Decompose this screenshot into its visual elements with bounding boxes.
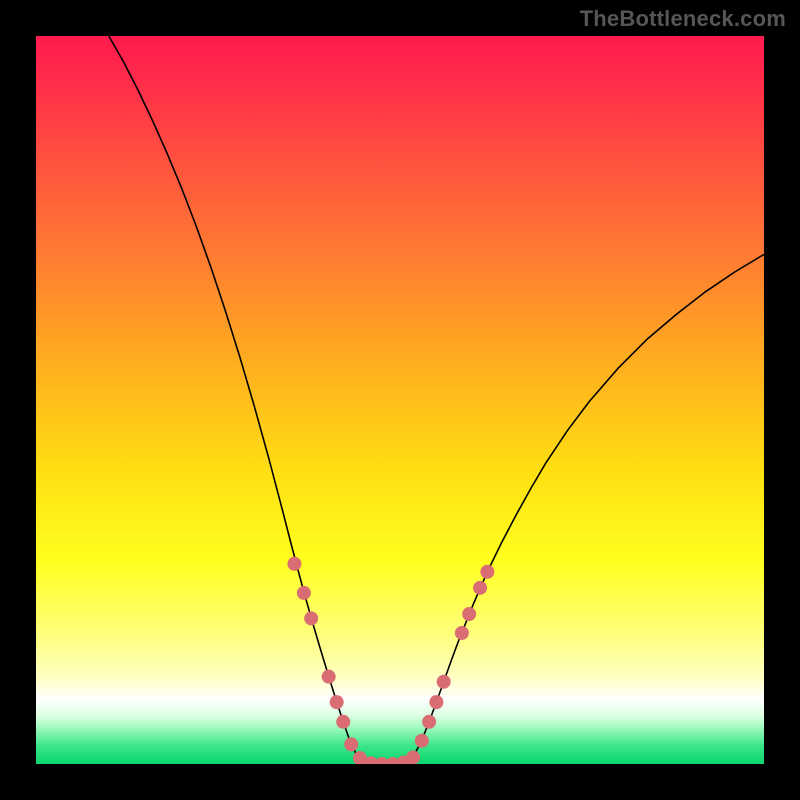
curve-markers [287,557,494,764]
curve-marker [322,670,336,684]
curve-marker [330,695,344,709]
chart-frame: TheBottleneck.com [0,0,800,800]
curve-marker [429,695,443,709]
curve-marker [480,565,494,579]
curve-marker [462,607,476,621]
curve-marker [415,734,429,748]
curve-marker [344,737,358,751]
plot-area [36,36,764,764]
curve-marker [287,557,301,571]
watermark-text: TheBottleneck.com [580,6,786,32]
curve-marker [304,611,318,625]
curve-marker [473,581,487,595]
curve-marker [437,675,451,689]
curve-marker [422,715,436,729]
curve-layer [36,36,764,764]
curve-marker [336,715,350,729]
bottleneck-v-curve [109,36,764,764]
curve-marker [297,586,311,600]
curve-marker [455,626,469,640]
curve-marker [406,750,420,764]
